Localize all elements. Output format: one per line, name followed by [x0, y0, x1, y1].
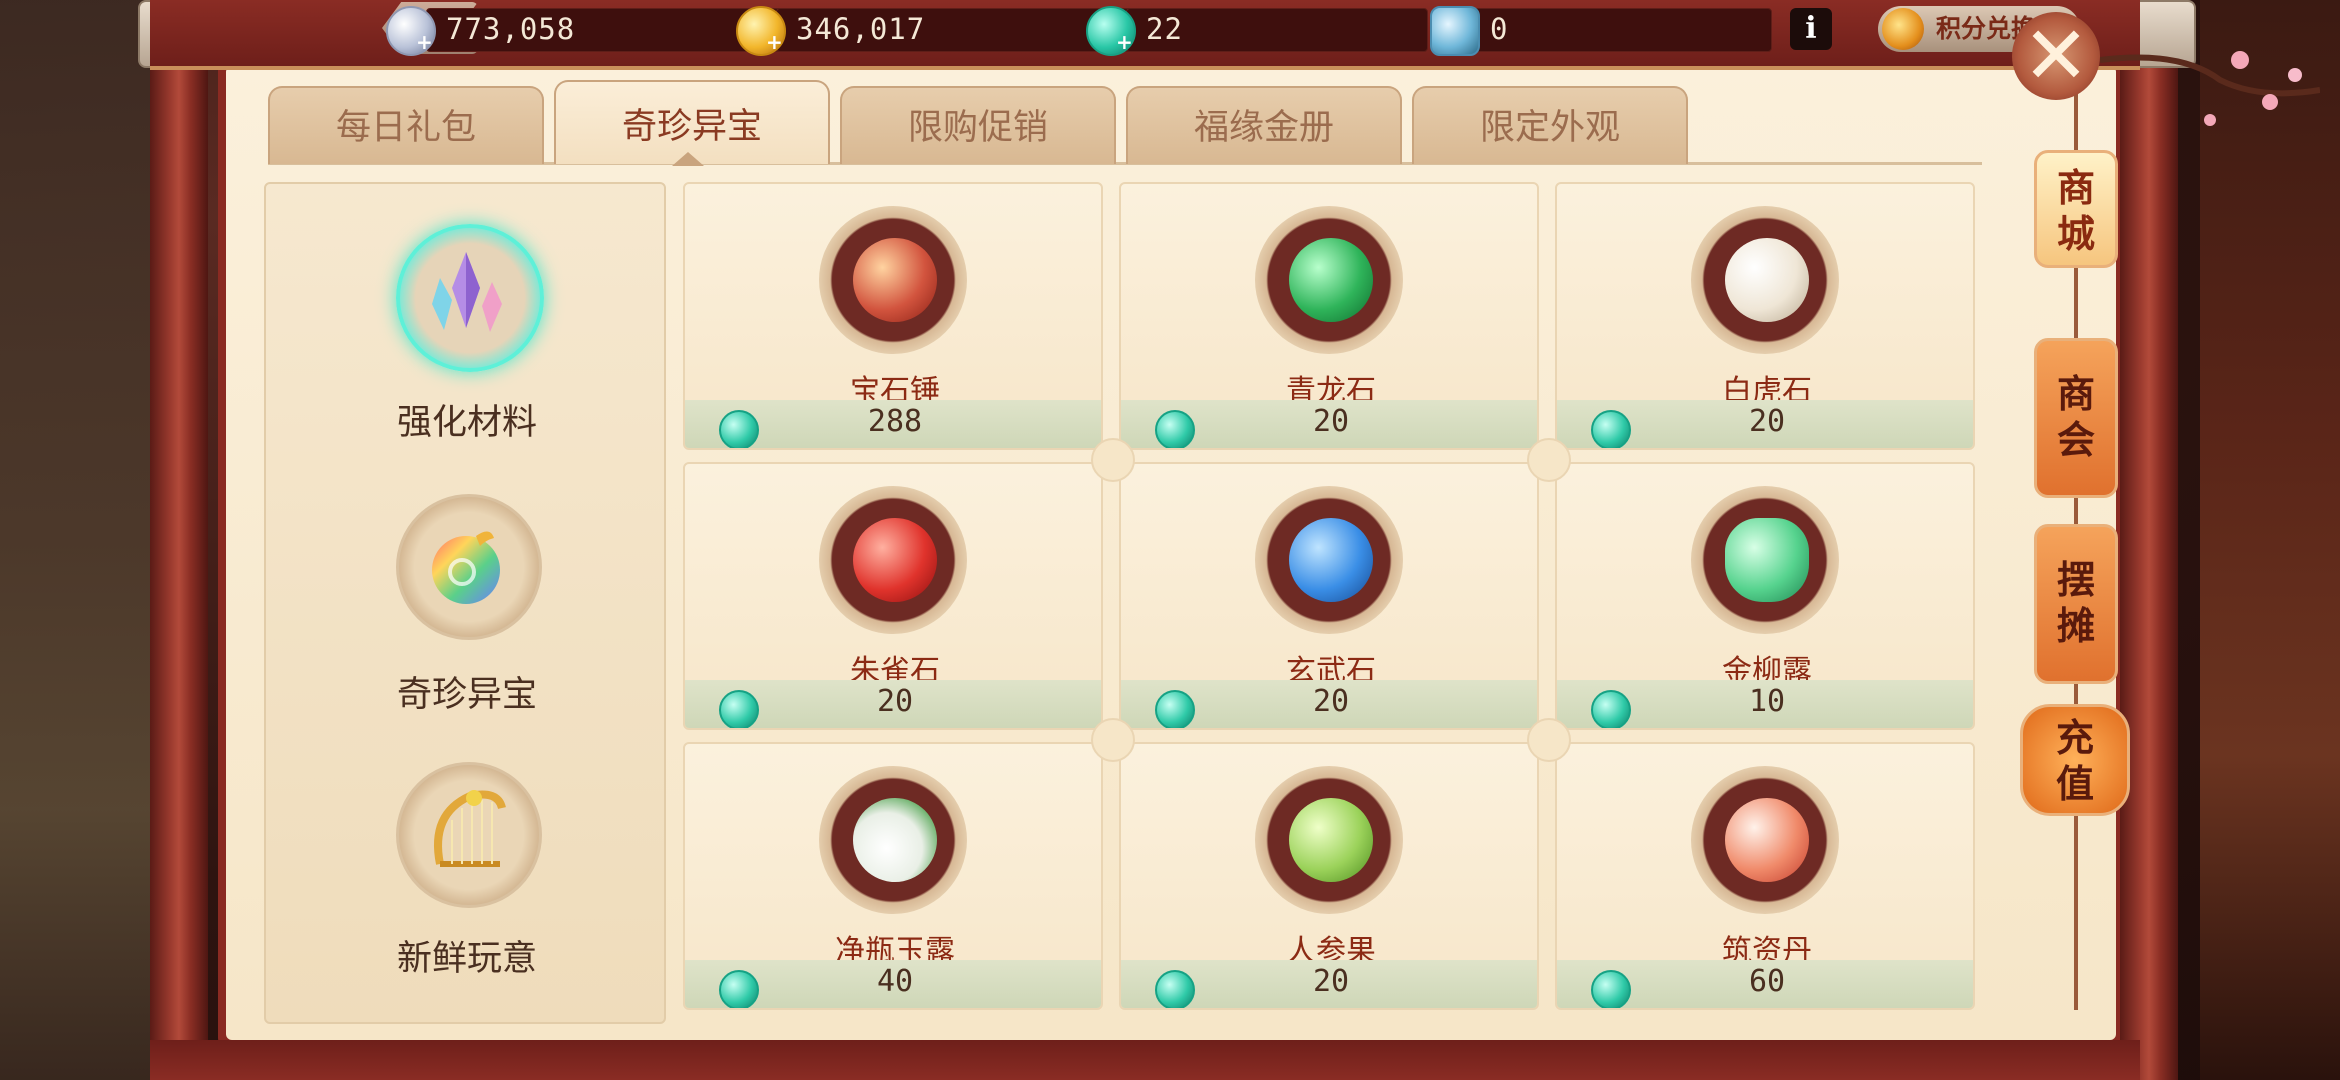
close-button[interactable]: ✕ — [2012, 12, 2100, 100]
category-novelties[interactable]: 新鲜玩意 — [266, 762, 668, 992]
pill-icon — [1725, 798, 1809, 882]
item-price: 20 — [1312, 404, 1350, 439]
item-price: 20 — [1312, 964, 1350, 999]
right-pillar — [2120, 30, 2178, 1080]
add-gold-icon[interactable]: + — [766, 30, 783, 54]
item-price: 20 — [1748, 404, 1786, 439]
item-card[interactable]: 筑资丹 60 — [1555, 742, 1975, 1010]
item-price: 40 — [876, 964, 914, 999]
item-price: 60 — [1748, 964, 1786, 999]
side-button-label: 充值 — [2055, 716, 2094, 806]
grid-knob-ornament — [1091, 438, 1135, 482]
bag-token-icon — [1430, 6, 1480, 56]
silver-amount: 773,058 — [446, 12, 576, 46]
close-icon: ✕ — [2022, 9, 2090, 102]
hammer-icon — [853, 238, 937, 322]
item-price: 20 — [876, 684, 914, 719]
side-button-guild[interactable]: 商会 — [2034, 338, 2118, 498]
black-tortoise-stone-icon — [1289, 518, 1373, 602]
add-silver-icon[interactable]: + — [416, 30, 433, 54]
item-grid: 宝石锤 288 青龙石 20 白虎石 20 朱雀石 20 玄武石 20 金柳露 … — [683, 182, 1977, 1024]
category-label: 新鲜玩意 — [396, 939, 537, 979]
grid-knob-ornament — [1091, 718, 1135, 762]
jade-vase-icon — [853, 798, 937, 882]
tab-fortune-book[interactable]: 福缘金册 — [1126, 86, 1402, 164]
jade-amount: 22 — [1146, 12, 1183, 46]
currency-bar: + 773,058 + 346,017 + 22 0 i 积分兑换 — [150, 0, 2140, 70]
category-rare-treasures[interactable]: 奇珍异宝 — [266, 494, 668, 724]
item-card[interactable]: 白虎石 20 — [1555, 182, 1975, 450]
crystal-icon — [432, 252, 502, 332]
gold-amount: 346,017 — [796, 12, 926, 46]
tab-daily-gift[interactable]: 每日礼包 — [268, 86, 544, 164]
rainbow-pouch-icon — [432, 531, 500, 604]
tab-limited-sale[interactable]: 限购促销 — [840, 86, 1116, 164]
bag-currency: 0 — [1430, 6, 1780, 56]
grid-knob-ornament — [1527, 438, 1571, 482]
grid-knob-ornament — [1527, 718, 1571, 762]
category-label: 奇珍异宝 — [396, 675, 537, 715]
category-sidebar: 强化材料 奇珍异宝 新鲜玩意 — [264, 182, 666, 1024]
willow-dew-bottle-icon — [1725, 518, 1809, 602]
background-scenery-right — [2200, 0, 2340, 1080]
left-pillar — [150, 30, 208, 1080]
bottom-frame-bar — [150, 1040, 2140, 1080]
side-button-stall[interactable]: 摆摊 — [2034, 524, 2118, 684]
coin-bag-icon — [1882, 8, 1924, 50]
side-button-label: 商会 — [2056, 372, 2095, 462]
vermilion-bird-stone-icon — [853, 518, 937, 602]
side-button-label: 摆摊 — [2056, 558, 2095, 648]
green-dragon-stone-icon — [1289, 238, 1373, 322]
side-button-recharge[interactable]: 充值 — [2020, 704, 2130, 816]
item-card[interactable]: 青龙石 20 — [1119, 182, 1539, 450]
item-card[interactable]: 朱雀石 20 — [683, 462, 1103, 730]
category-enhance-materials[interactable]: 强化材料 — [266, 224, 668, 474]
item-card[interactable]: 净瓶玉露 40 — [683, 742, 1103, 1010]
add-jade-icon[interactable]: + — [1116, 30, 1133, 54]
bag-amount: 0 — [1490, 12, 1509, 46]
side-button-label: 商城 — [2056, 166, 2095, 256]
harp-icon — [434, 790, 506, 867]
side-button-mall[interactable]: 商城 — [2034, 150, 2118, 268]
info-button[interactable]: i — [1790, 8, 1832, 50]
item-card[interactable]: 人参果 20 — [1119, 742, 1539, 1010]
item-card[interactable]: 玄武石 20 — [1119, 462, 1539, 730]
plum-blossom-ornament — [2100, 51, 2320, 126]
white-tiger-stone-icon — [1725, 238, 1809, 322]
tab-limited-appearance[interactable]: 限定外观 — [1412, 86, 1688, 164]
category-label: 强化材料 — [396, 403, 537, 443]
item-price: 288 — [867, 404, 923, 439]
shop-tabs: 每日礼包 奇珍异宝 限购促销 福缘金册 限定外观 — [268, 80, 1688, 164]
ginseng-fruit-icon — [1289, 798, 1373, 882]
active-tab-pointer-icon — [672, 152, 704, 166]
item-card[interactable]: 宝石锤 288 — [683, 182, 1103, 450]
item-price: 10 — [1748, 684, 1786, 719]
item-card[interactable]: 金柳露 10 — [1555, 462, 1975, 730]
item-price: 20 — [1312, 684, 1350, 719]
